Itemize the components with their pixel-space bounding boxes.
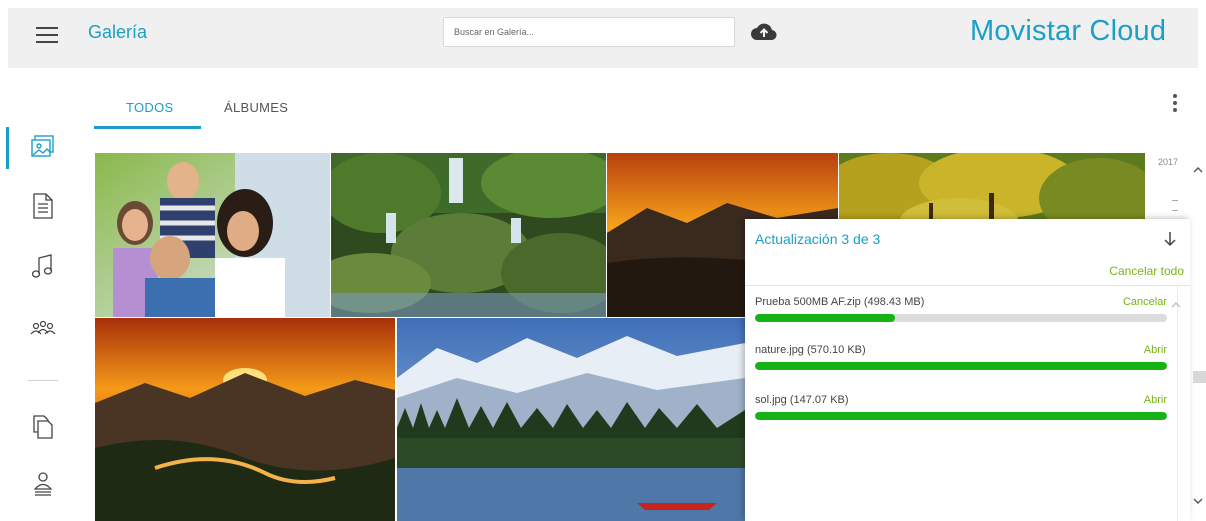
upload-progress-fill	[755, 362, 1167, 370]
upload-item-name: sol.jpg (147.07 KB)	[755, 394, 849, 406]
upload-item-name: nature.jpg (570.10 KB)	[755, 344, 866, 356]
photo-sunset-river[interactable]	[95, 318, 395, 521]
upload-panel-title: Actualización 3 de 3	[755, 231, 881, 247]
panel-divider	[745, 285, 1190, 286]
copy-icon[interactable]	[30, 412, 56, 440]
panel-scroll-up-icon[interactable]	[1170, 297, 1182, 308]
upload-open-button[interactable]: Abrir	[1144, 344, 1167, 356]
upload-progress-bar	[755, 314, 1167, 322]
upload-item: Prueba 500MB AF.zip (498.43 MB) Cancelar	[755, 296, 1167, 336]
photos-icon[interactable]	[30, 133, 56, 161]
scroll-up-icon[interactable]	[1192, 163, 1204, 175]
upload-progress-fill	[755, 314, 896, 322]
upload-progress-bar	[755, 412, 1167, 420]
upload-item: sol.jpg (147.07 KB) Abrir	[755, 394, 1167, 434]
year-label: 2017	[1158, 157, 1179, 167]
photo-mountain-lake-canoe[interactable]	[397, 318, 745, 521]
upload-progress-fill	[755, 412, 1167, 420]
photo-family[interactable]	[95, 153, 330, 317]
upload-panel: Actualización 3 de 3 Cancelar todo Prueb…	[745, 219, 1190, 521]
panel-scroll-track	[1177, 285, 1178, 521]
scroll-down-icon[interactable]	[1192, 494, 1204, 506]
upload-progress-bar	[755, 362, 1167, 370]
upload-item: nature.jpg (570.10 KB) Abrir	[755, 344, 1167, 384]
upload-item-name: Prueba 500MB AF.zip (498.43 MB)	[755, 296, 925, 308]
profile-icon[interactable]	[30, 470, 56, 498]
search-input[interactable]	[443, 17, 735, 47]
active-indicator	[6, 127, 9, 169]
contacts-icon[interactable]	[30, 314, 56, 342]
music-icon[interactable]	[30, 252, 56, 280]
arrow-down-icon[interactable]	[1162, 230, 1178, 248]
top-bar: Galería Movistar Cloud	[8, 8, 1198, 68]
photo-waterfall[interactable]	[331, 153, 606, 317]
brand-logo: Movistar Cloud	[970, 15, 1167, 47]
tab-todos[interactable]: TODOS	[126, 100, 174, 115]
document-icon[interactable]	[30, 192, 56, 220]
kebab-menu-icon[interactable]	[1168, 94, 1182, 116]
tab-indicator	[94, 126, 201, 129]
page-title: Galería	[88, 22, 148, 42]
upload-open-button[interactable]: Abrir	[1144, 394, 1167, 406]
scrollbar-thumb[interactable]	[1193, 371, 1206, 383]
upload-cancel-button[interactable]: Cancelar	[1123, 296, 1167, 308]
rail-divider	[28, 380, 58, 381]
cancel-all-button[interactable]: Cancelar todo	[1109, 264, 1184, 278]
timeline-tick	[1172, 210, 1178, 211]
cloud-upload-icon[interactable]	[750, 21, 778, 43]
tab-albumes[interactable]: ÁLBUMES	[224, 100, 288, 115]
hamburger-icon[interactable]	[36, 27, 58, 45]
timeline-tick	[1172, 200, 1178, 201]
